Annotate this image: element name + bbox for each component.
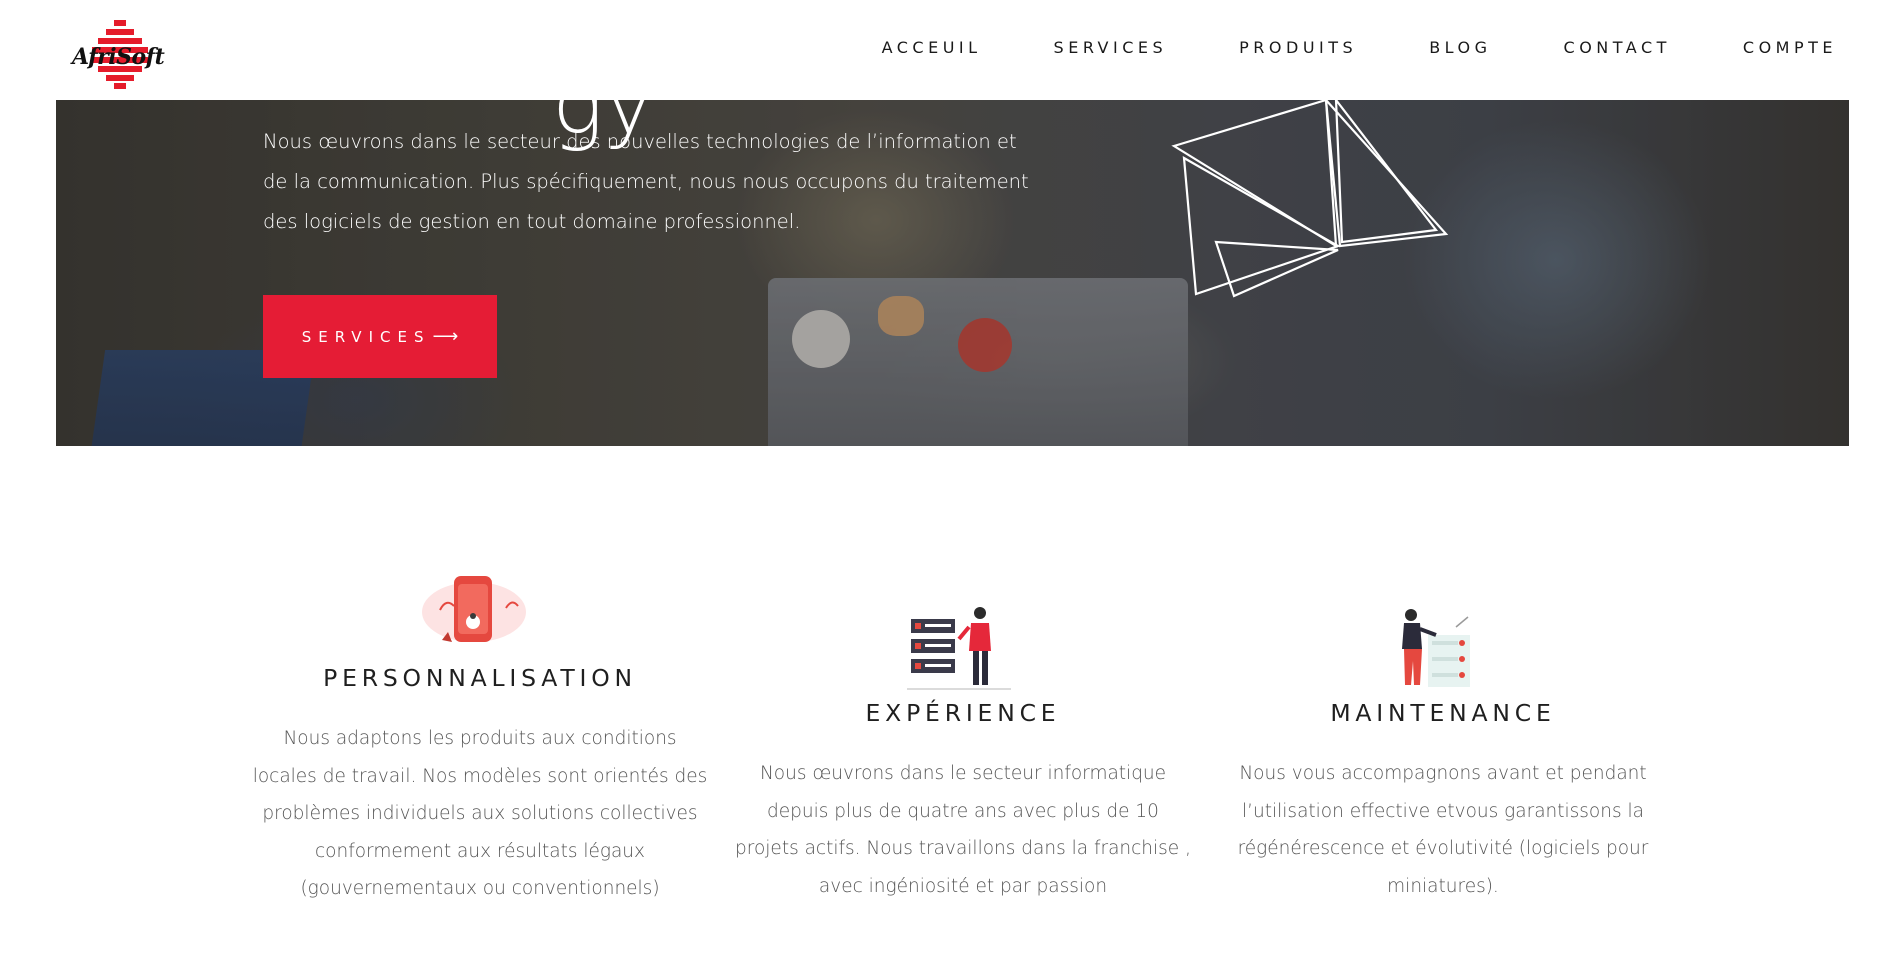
- feature-title-maintenance: MAINTENANCE: [1330, 699, 1556, 727]
- site-header: AfriSoft ACCEUIL SERVICES PRODUITS BLOG …: [0, 0, 1877, 100]
- server-maintenance-icon: [1402, 609, 1470, 687]
- nav-item-contact[interactable]: CONTACT: [1564, 38, 1671, 57]
- person-with-lists-icon: [907, 607, 1011, 690]
- arrow-right-icon: ⟶: [432, 326, 459, 347]
- feature-title-personnalisation: PERSONNALISATION: [323, 664, 637, 692]
- nav-item-produits[interactable]: PRODUITS: [1239, 38, 1357, 57]
- services-button[interactable]: SERVICES ⟶: [263, 295, 497, 378]
- main-nav: ACCEUIL SERVICES PRODUITS BLOG CONTACT C…: [810, 38, 1837, 57]
- feature-text-experience: Nous œuvrons dans le secteur informatiqu…: [735, 763, 1191, 897]
- phone-customization-icon: [422, 576, 526, 642]
- feature-text-maintenance: Nous vous accompagnons avant et pendant …: [1237, 763, 1649, 897]
- afrisoft-logo[interactable]: AfriSoft: [72, 18, 168, 90]
- feature-title-experience: EXPÉRIENCE: [865, 699, 1061, 727]
- feature-text-personnalisation: Nous adaptons les produits aux condition…: [252, 728, 708, 899]
- triangles-decoration-icon: [1171, 100, 1449, 298]
- nav-item-services[interactable]: SERVICES: [1054, 38, 1168, 57]
- nav-item-acceuil[interactable]: ACCEUIL: [882, 38, 982, 57]
- services-button-label: SERVICES: [301, 327, 431, 346]
- nav-item-blog[interactable]: BLOG: [1429, 38, 1491, 57]
- nav-item-compte[interactable]: COMPTE: [1743, 38, 1837, 57]
- hero-banner: gy Nous œuvrons dans le secteur des nouv…: [56, 100, 1849, 446]
- hero-intro-text: Nous œuvrons dans le secteur des nouvell…: [263, 130, 1029, 233]
- logo-text: AfriSoft: [72, 44, 165, 70]
